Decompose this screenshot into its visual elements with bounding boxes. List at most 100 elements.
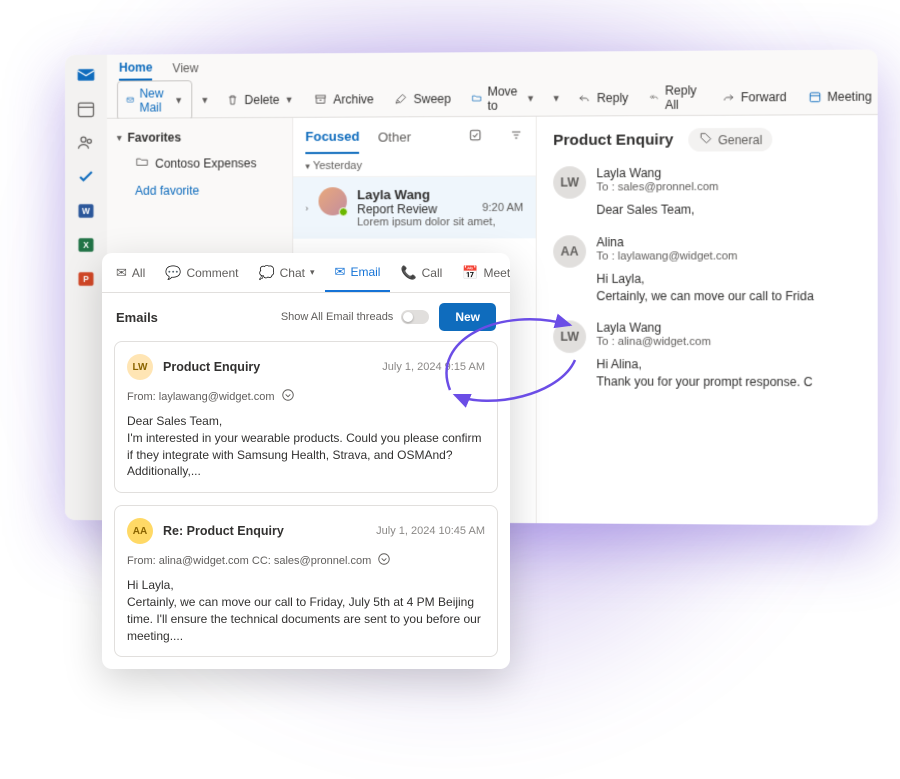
- email-thread-item[interactable]: AA Re: Product Enquiry July 1, 2024 10:4…: [114, 505, 498, 657]
- thread-date: July 1, 2024 10:45 AM: [376, 525, 485, 537]
- tab-call[interactable]: 📞Call: [390, 253, 452, 292]
- powerpoint-app-icon[interactable]: P: [76, 269, 96, 289]
- people-app-icon[interactable]: [76, 133, 96, 153]
- mail-icon: [126, 93, 134, 107]
- app-rail: W X P: [65, 55, 107, 521]
- tab-comment[interactable]: 💬Comment: [155, 253, 248, 292]
- body-text: Dear Sales Team,: [596, 201, 861, 219]
- from-name: Alina: [596, 235, 861, 250]
- tab-email[interactable]: ✉Email: [325, 253, 391, 292]
- svg-text:X: X: [83, 240, 89, 250]
- tab-other[interactable]: Other: [378, 121, 411, 152]
- sweep-button[interactable]: Sweep: [386, 86, 459, 111]
- svg-text:W: W: [82, 206, 90, 216]
- archive-icon: [314, 92, 328, 106]
- forward-button[interactable]: Forward: [713, 84, 795, 109]
- body-text: Hi Alina,Thank you for your prompt respo…: [596, 356, 861, 391]
- tab-home[interactable]: Home: [119, 56, 152, 80]
- show-all-toggle[interactable]: [401, 310, 429, 324]
- thread-message[interactable]: LW Layla Wang To : sales@pronnel.com Dea…: [553, 165, 861, 219]
- comment-icon: 💬: [165, 265, 181, 281]
- phone-icon: 📞: [400, 265, 416, 281]
- message-time: 9:20 AM: [482, 202, 523, 216]
- thread-message[interactable]: LW Layla Wang To : alina@widget.com Hi A…: [553, 321, 861, 391]
- trash-icon: [225, 93, 239, 107]
- chat-bubble-icon: 💭: [258, 265, 274, 281]
- chat-icon: ✉: [116, 265, 127, 281]
- calendar-icon: [807, 89, 822, 103]
- reply-button[interactable]: Reply: [569, 85, 637, 110]
- thread-from: From: laylawang@widget.com: [127, 388, 485, 405]
- svg-text:P: P: [83, 274, 89, 284]
- message-preview: Lorem ipsum dolor sit amet,: [357, 216, 523, 228]
- move-to-button[interactable]: Move to ▼: [463, 79, 543, 118]
- tag-icon: [698, 131, 713, 148]
- todo-app-icon[interactable]: [76, 167, 96, 187]
- panel-title: Emails: [116, 310, 158, 325]
- sweep-icon: [394, 92, 408, 106]
- category-label: General: [718, 132, 762, 146]
- new-email-button[interactable]: New: [439, 303, 496, 331]
- message-subject: Report Review: [357, 202, 437, 216]
- tab-all[interactable]: ✉All: [106, 253, 155, 292]
- ribbon-tabs: Home View: [107, 49, 878, 82]
- category-badge[interactable]: General: [688, 128, 773, 152]
- avatar: AA: [553, 235, 586, 268]
- from-name: Layla Wang: [596, 165, 861, 180]
- avatar: LW: [553, 166, 586, 199]
- reply-icon: [577, 91, 591, 105]
- email-icon: ✉: [335, 264, 346, 280]
- avatar: AA: [127, 518, 153, 544]
- favorites-label: Favorites: [128, 130, 182, 144]
- favorites-section[interactable]: ▾ Favorites: [117, 126, 282, 149]
- chevron-down-circle-icon[interactable]: [281, 388, 295, 405]
- from-name: Layla Wang: [596, 321, 861, 336]
- date-group-yesterday: ▾ Yesterday: [293, 155, 536, 177]
- message-item[interactable]: › Layla Wang Report Review 9:20 AM Lorem…: [293, 176, 536, 238]
- email-thread-item[interactable]: LW Product Enquiry July 1, 2024 9:15 AM …: [114, 341, 498, 493]
- folder-contoso-expenses[interactable]: Contoso Expenses: [131, 148, 282, 178]
- folder-label: Contoso Expenses: [155, 156, 256, 170]
- filter-icon[interactable]: [509, 127, 523, 144]
- excel-app-icon[interactable]: X: [76, 235, 96, 255]
- show-all-label: Show All Email threads: [281, 311, 394, 323]
- forward-label: Forward: [741, 89, 787, 104]
- delete-button[interactable]: Delete ▼: [217, 87, 301, 112]
- chevron-down-icon: ▾: [117, 132, 122, 143]
- chevron-down-icon: ▼: [285, 94, 294, 104]
- forward-icon: [721, 90, 736, 104]
- folder-icon: [135, 155, 149, 172]
- meeting-icon: 📅: [462, 265, 478, 281]
- new-mail-button[interactable]: New Mail ▼: [117, 80, 192, 121]
- reply-all-button[interactable]: Reply All: [641, 78, 709, 117]
- reply-all-icon: [649, 90, 660, 104]
- thread-subject: Re: Product Enquiry: [163, 524, 366, 538]
- new-mail-label: New Mail: [139, 86, 169, 114]
- word-app-icon[interactable]: W: [76, 201, 96, 221]
- meeting-button[interactable]: Meeting: [799, 84, 878, 109]
- mail-app-icon[interactable]: [76, 65, 96, 85]
- tab-view[interactable]: View: [173, 57, 199, 79]
- sender-avatar: [319, 187, 347, 215]
- to-line: To : sales@pronnel.com: [596, 181, 861, 194]
- sender-name: Layla Wang: [357, 187, 523, 203]
- tab-meeting[interactable]: 📅Meeting: [452, 253, 510, 292]
- chevron-right-icon: ›: [305, 203, 308, 213]
- move-to-label: Move to: [487, 84, 520, 113]
- archive-button[interactable]: Archive: [306, 87, 382, 112]
- delete-label: Delete: [245, 92, 280, 106]
- tab-focused[interactable]: Focused: [305, 120, 359, 153]
- sweep-label: Sweep: [414, 91, 451, 105]
- avatar: LW: [127, 354, 153, 380]
- email-threads-panel: ✉All 💬Comment 💭Chat ▾ ✉Email 📞Call 📅Meet…: [102, 253, 510, 669]
- thread-message[interactable]: AA Alina To : laylawang@widget.com Hi La…: [553, 235, 861, 305]
- chevron-down-circle-icon[interactable]: [377, 552, 391, 569]
- thread-from: From: alina@widget.com CC: sales@pronnel…: [127, 552, 485, 569]
- calendar-app-icon[interactable]: [76, 99, 96, 119]
- select-mode-icon[interactable]: [468, 128, 482, 145]
- folder-move-icon: [471, 91, 482, 105]
- archive-label: Archive: [333, 92, 374, 106]
- tab-chat[interactable]: 💭Chat ▾: [248, 253, 324, 292]
- chevron-down-icon: ▼: [174, 95, 183, 105]
- add-favorite-link[interactable]: Add favorite: [131, 177, 282, 204]
